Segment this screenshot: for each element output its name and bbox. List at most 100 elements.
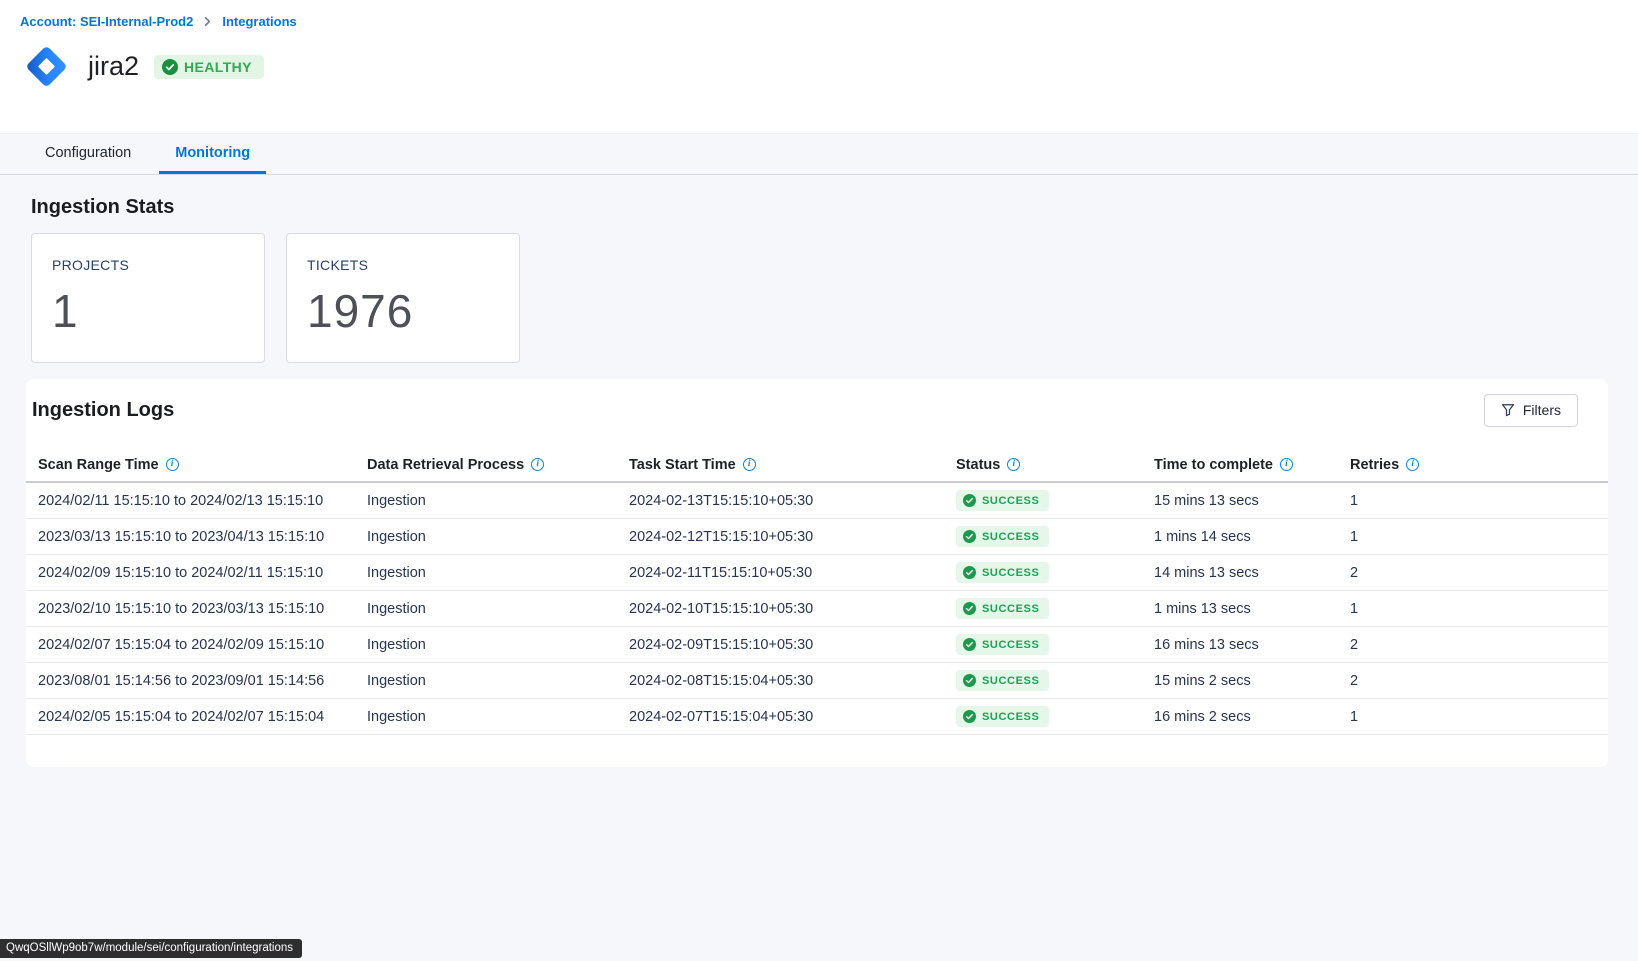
integration-name: jira2 [88,51,139,82]
column-header-label: Time to complete [1154,457,1273,473]
stat-card-label: TICKETS [307,257,519,273]
status-badge-label: SUCCESS [982,495,1039,507]
column-header-label: Retries [1350,457,1399,473]
column-header-data-retrieval-process: Data Retrieval Process i [367,457,629,473]
status-badge-label: SUCCESS [982,603,1039,615]
cell-scan-range-time: 2024/02/05 15:15:04 to 2024/02/07 15:15:… [38,709,367,725]
cell-status: SUCCESS [956,490,1154,511]
column-header-time-to-complete: Time to complete i [1154,457,1350,473]
stat-card-tickets: TICKETS 1976 [286,233,520,363]
cell-task-start-time: 2024-02-09T15:15:10+05:30 [629,637,956,653]
cell-task-start-time: 2024-02-08T15:15:04+05:30 [629,673,956,689]
cell-time-to-complete: 15 mins 13 secs [1154,493,1350,509]
status-badge: SUCCESS [956,670,1049,691]
column-header-label: Data Retrieval Process [367,457,524,473]
info-icon[interactable]: i [1406,458,1419,471]
stat-card-value: 1976 [307,284,519,338]
cell-time-to-complete: 16 mins 13 secs [1154,637,1350,653]
cell-task-start-time: 2024-02-11T15:15:10+05:30 [629,565,956,581]
column-header-label: Task Start Time [629,457,736,473]
health-status-badge: HEALTHY [154,55,264,79]
status-badge: SUCCESS [956,562,1049,583]
check-circle-icon [162,59,178,75]
column-header-status: Statusi [956,457,1154,473]
cell-scan-range-time: 2024/02/07 15:15:04 to 2024/02/09 15:15:… [38,637,367,653]
chevron-right-icon [202,16,213,27]
stat-card-value: 1 [52,284,264,338]
jira-logo-icon [20,40,73,93]
cell-retries: 1 [1350,601,1608,617]
cell-scan-range-time: 2024/02/09 15:15:10 to 2024/02/11 15:15:… [38,565,367,581]
cell-status: SUCCESS [956,598,1154,619]
column-header-label: Status [956,457,1000,473]
info-icon[interactable]: i [166,458,179,471]
stat-card-projects: PROJECTS 1 [31,233,265,363]
tab-monitoring[interactable]: Monitoring [159,134,266,174]
status-badge-label: SUCCESS [982,531,1039,543]
cell-retries: 1 [1350,709,1608,725]
breadcrumb: Account: SEI-Internal-Prod2 Integrations [20,14,1638,29]
status-badge: SUCCESS [956,634,1049,655]
cell-data-retrieval-process: Ingestion [367,529,629,545]
column-header-task-start-time: Task Start Time i [629,457,956,473]
cell-retries: 2 [1350,565,1608,581]
health-status-label: HEALTHY [184,59,252,75]
breadcrumb-integrations-link[interactable]: Integrations [222,14,296,29]
logs-table-header: Scan Range TimeiData Retrieval ProcessiT… [26,448,1608,483]
filter-funnel-icon [1501,403,1515,417]
check-circle-icon [963,530,976,543]
table-row: 2023/02/10 15:15:10 to 2023/03/13 15:15:… [26,591,1608,627]
status-badge: SUCCESS [956,706,1049,727]
breadcrumb-account-link[interactable]: Account: SEI-Internal-Prod2 [20,14,193,29]
cell-time-to-complete: 14 mins 13 secs [1154,565,1350,581]
cell-data-retrieval-process: Ingestion [367,601,629,617]
ingestion-stats-cards: PROJECTS 1 TICKETS 1976 [31,233,1638,363]
check-circle-icon [963,494,976,507]
ingestion-stats-title: Ingestion Stats [31,196,1638,219]
cell-data-retrieval-process: Ingestion [367,565,629,581]
info-icon[interactable]: i [1007,458,1020,471]
info-icon[interactable]: i [1280,458,1293,471]
check-circle-icon [963,566,976,579]
table-row: 2024/02/09 15:15:10 to 2024/02/11 15:15:… [26,555,1608,591]
column-header-label: Scan Range Time [38,457,159,473]
ingestion-logs-title: Ingestion Logs [32,399,174,422]
column-header-scan-range-time: Scan Range Time i [38,457,367,473]
status-badge: SUCCESS [956,490,1049,511]
cell-task-start-time: 2024-02-13T15:15:10+05:30 [629,493,956,509]
cell-scan-range-time: 2023/08/01 15:14:56 to 2023/09/01 15:14:… [38,673,367,689]
info-icon[interactable]: i [743,458,756,471]
status-badge: SUCCESS [956,598,1049,619]
filters-button[interactable]: Filters [1484,394,1578,427]
cell-task-start-time: 2024-02-10T15:15:10+05:30 [629,601,956,617]
cell-status: SUCCESS [956,634,1154,655]
filters-button-label: Filters [1523,402,1561,418]
cell-task-start-time: 2024-02-07T15:15:04+05:30 [629,709,956,725]
cell-data-retrieval-process: Ingestion [367,673,629,689]
cell-status: SUCCESS [956,562,1154,583]
cell-scan-range-time: 2023/03/13 15:15:10 to 2023/04/13 15:15:… [38,529,367,545]
cell-scan-range-time: 2023/02/10 15:15:10 to 2023/03/13 15:15:… [38,601,367,617]
table-row: 2024/02/05 15:15:04 to 2024/02/07 15:15:… [26,699,1608,735]
table-row: 2024/02/11 15:15:10 to 2024/02/13 15:15:… [26,483,1608,519]
status-badge-label: SUCCESS [982,711,1039,723]
cell-status: SUCCESS [956,706,1154,727]
status-bar-link-preview: QwqOSllWp9ob7w/module/sei/configuration/… [0,939,302,958]
stat-card-label: PROJECTS [52,257,264,273]
cell-retries: 2 [1350,673,1608,689]
check-circle-icon [963,602,976,615]
tab-configuration[interactable]: Configuration [29,134,147,174]
logs-table-body: 2024/02/11 15:15:10 to 2024/02/13 15:15:… [26,483,1608,735]
check-circle-icon [963,710,976,723]
cell-data-retrieval-process: Ingestion [367,637,629,653]
table-row: 2023/08/01 15:14:56 to 2023/09/01 15:14:… [26,663,1608,699]
info-icon[interactable]: i [531,458,544,471]
table-row: 2024/02/07 15:15:04 to 2024/02/09 15:15:… [26,627,1608,663]
ingestion-logs-header: Ingestion Logs Filters [26,394,1608,427]
cell-status: SUCCESS [956,670,1154,691]
app-header: Account: SEI-Internal-Prod2 Integrations… [0,0,1638,134]
check-circle-icon [963,674,976,687]
cell-data-retrieval-process: Ingestion [367,493,629,509]
cell-status: SUCCESS [956,526,1154,547]
cell-retries: 1 [1350,529,1608,545]
